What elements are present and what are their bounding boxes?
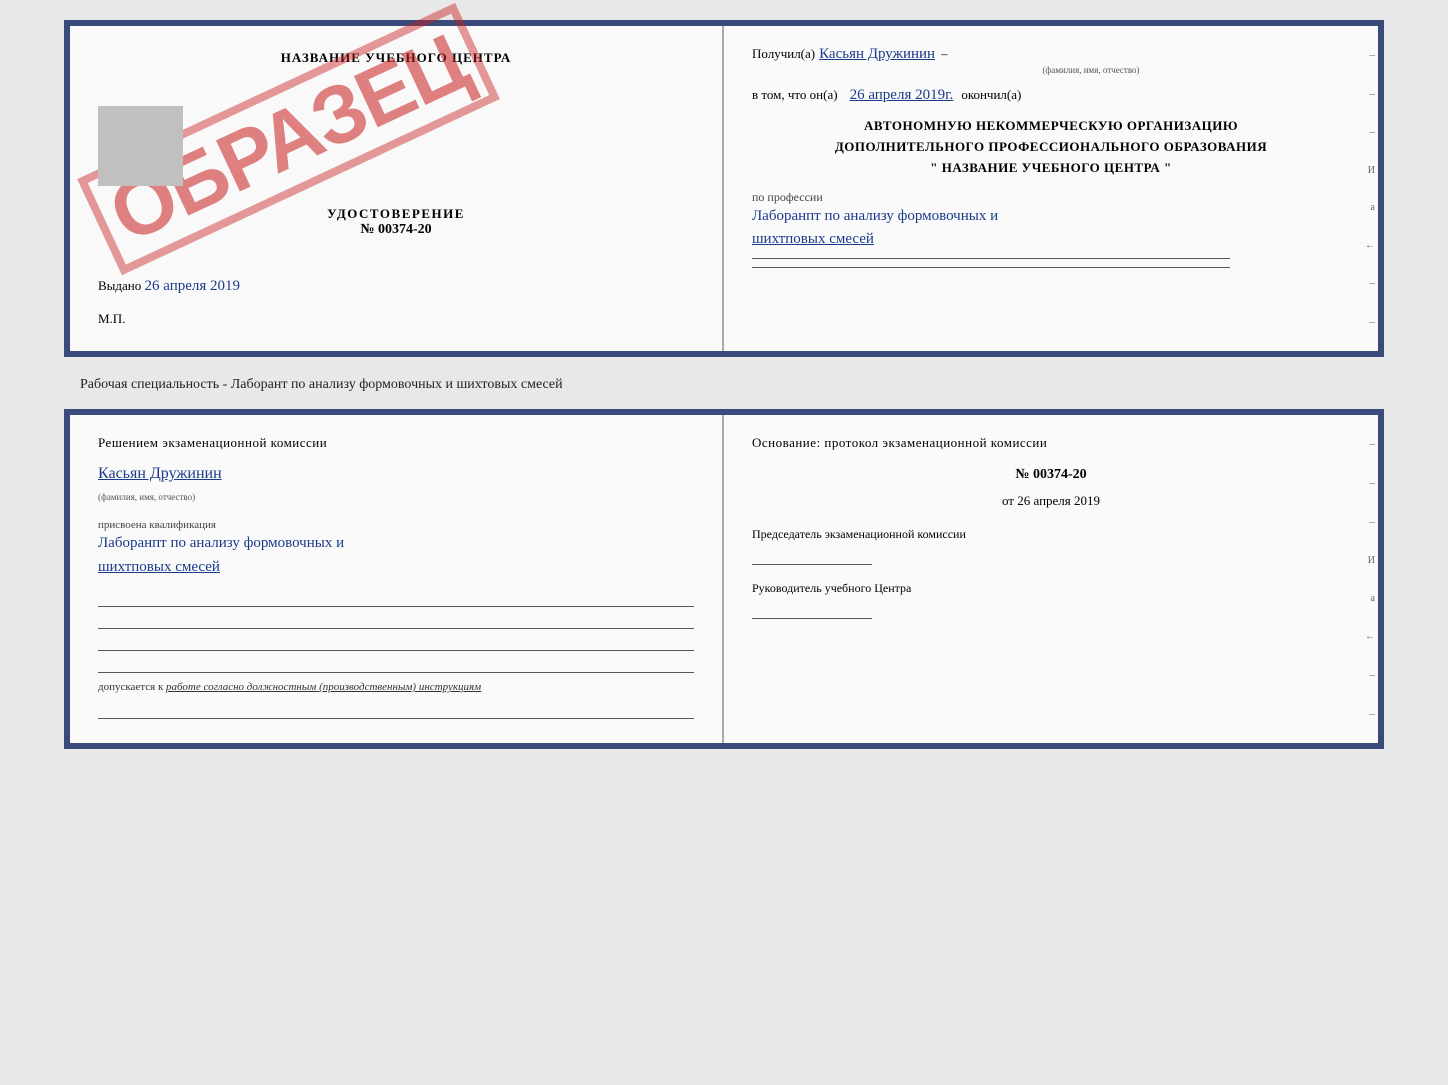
bottom-doc-left: Решением экзаменационной комиссии Касьян…	[70, 415, 724, 743]
kvalif-label: присвоена квалификация	[98, 519, 694, 531]
dopuskaetsya-text: работе согласно должностным (производств…	[166, 681, 481, 693]
org-line3: " НАЗВАНИЕ УЧЕБНОГО ЦЕНТРА "	[752, 158, 1350, 179]
vtom-label: в том, что он(а)	[752, 87, 838, 103]
fio-hand: Касьян Дружинин	[819, 46, 935, 63]
proto-number: № 00374-20	[752, 467, 1350, 483]
ruk-label: Руководитель учебного Центра	[752, 579, 1350, 597]
okonchil-label: окончил(а)	[961, 87, 1021, 103]
dopuskaetsya: допускается к работе согласно должностны…	[98, 681, 694, 693]
side-dashes: – – – И а ← – –	[1360, 26, 1378, 351]
bottom-document: Решением экзаменационной комиссии Касьян…	[64, 409, 1384, 749]
bottom-fio-sub: (фамилия, имя, отчество)	[98, 487, 694, 505]
org-line2: ДОПОЛНИТЕЛЬНОГО ПРОФЕССИОНАЛЬНОГО ОБРАЗО…	[752, 137, 1350, 158]
org-line1: АВТОНОМНУЮ НЕКОММЕРЧЕСКУЮ ОРГАНИЗАЦИЮ	[752, 116, 1350, 137]
komissia-title: Решением экзаменационной комиссии	[98, 435, 694, 451]
udostoverenie-block: УДОСТОВЕРЕНИЕ № 00374-20	[98, 206, 694, 238]
poluchil-row: Получил(а) Касьян Дружинин –	[752, 46, 1350, 63]
ot-date: от 26 апреля 2019	[752, 493, 1350, 509]
bottom-doc-right: Основание: протокол экзаменационной коми…	[724, 415, 1378, 743]
fio-sub: (фамилия, имя, отчество)	[832, 65, 1350, 75]
vydano-date: 26 апреля 2019	[145, 278, 241, 294]
osnov-label: Основание: протокол экзаменационной коми…	[752, 435, 1350, 451]
pred-sign-line	[752, 547, 872, 565]
prof-hand: Лаборанпт по анализу формовочных ишихтпо…	[752, 205, 1350, 250]
vydano-label: Выдано	[98, 278, 141, 293]
ot-date-val: 26 апреля 2019	[1017, 493, 1100, 508]
bottom-fio-hand: Касьян Дружинин	[98, 465, 222, 482]
udost-label: УДОСТОВЕРЕНИЕ	[98, 206, 694, 222]
vydano-row: Выдано 26 апреля 2019	[98, 278, 694, 295]
top-doc-left: НАЗВАНИЕ УЧЕБНОГО ЦЕНТРА ОБРАЗЕЦ УДОСТОВ…	[70, 26, 724, 351]
vtom-row: в том, что он(а) 26 апреля 2019г. окончи…	[752, 87, 1350, 104]
photo-placeholder	[98, 106, 183, 186]
bottom-side-dashes: – – – И а ← – –	[1360, 415, 1378, 743]
pred-label: Председатель экзаменационной комиссии	[752, 525, 1350, 543]
udost-number: № 00374-20	[98, 222, 694, 238]
specialty-text: Рабочая специальность - Лаборант по анал…	[20, 377, 563, 393]
kvalif-hand: Лаборанпт по анализу формовочных и шихтп…	[98, 531, 694, 579]
top-document: НАЗВАНИЕ УЧЕБНОГО ЦЕНТРА ОБРАЗЕЦ УДОСТОВ…	[64, 20, 1384, 357]
bottom-fio-row: Касьян Дружинин	[98, 465, 694, 483]
prof-label: по профессии	[752, 190, 1350, 205]
ruk-sign-line	[752, 601, 872, 619]
bottom-lines	[98, 589, 694, 673]
ot-label: от	[1002, 493, 1014, 508]
mp-label: М.П.	[98, 311, 125, 326]
org-block: АВТОНОМНУЮ НЕКОММЕРЧЕСКУЮ ОРГАНИЗАЦИЮ ДО…	[752, 116, 1350, 178]
top-doc-right: Получил(а) Касьян Дружинин – (фамилия, и…	[724, 26, 1378, 351]
poluchil-label: Получил(а)	[752, 46, 815, 62]
mp-row: М.П.	[98, 311, 694, 327]
vtom-date: 26 апреля 2019г.	[850, 87, 954, 104]
